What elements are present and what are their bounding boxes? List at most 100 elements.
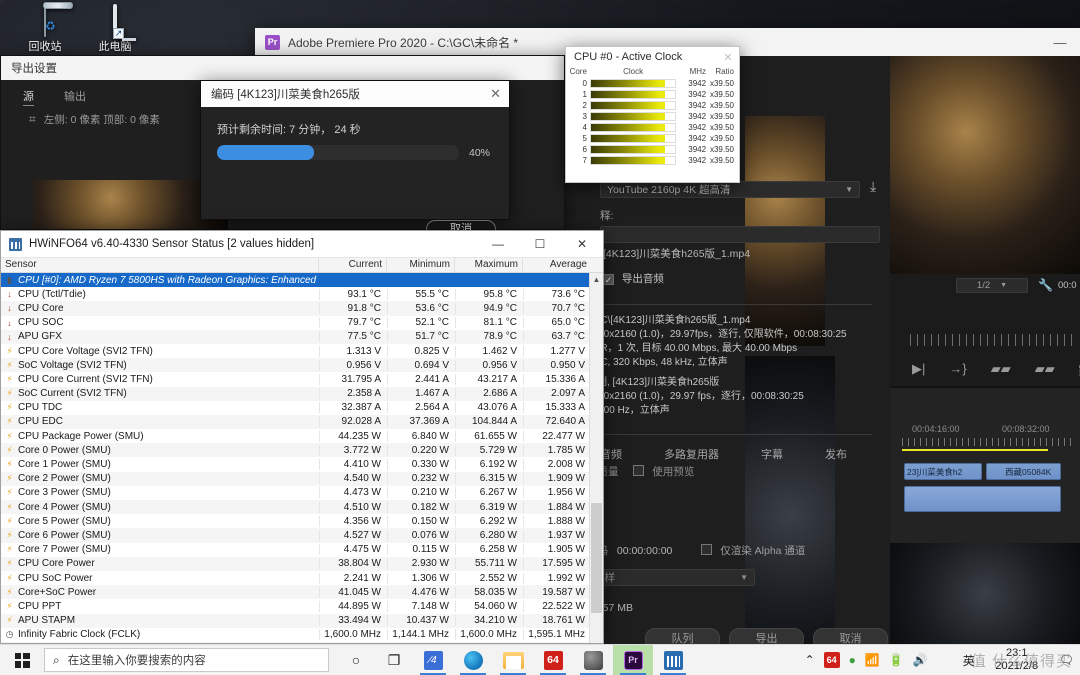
battery-icon[interactable]: 🔋 <box>889 653 904 667</box>
sensor-row[interactable]: ⚡ CPU SoC Power 2.241 W 1.306 W 2.552 W 1.992… <box>1 571 589 585</box>
taskbar-app-3d-viewer[interactable] <box>573 645 613 675</box>
cpu-clock-titlebar[interactable]: CPU #0 - Active Clock ✕ <box>566 47 739 67</box>
cpu-active-clock-window[interactable]: CPU #0 - Active Clock ✕ Core Clock MHz R… <box>565 46 740 183</box>
close-icon[interactable]: ✕ <box>717 51 739 64</box>
hwinfo-titlebar[interactable]: HWiNFO64 v6.40-4330 Sensor Status [2 val… <box>1 231 603 258</box>
timecode-row[interactable]: 间码 00:00:00:00 仅渲染 Alpha 通道 <box>587 543 805 558</box>
sensor-row[interactable]: ⚡ Core 4 Power (SMU) 4.510 W 0.182 W 6.319 W… <box>1 500 589 515</box>
sensor-row[interactable]: ⚡ Core 0 Power (SMU) 3.772 W 0.220 W 5.729 W… <box>1 443 589 458</box>
cortana-button[interactable]: ○ <box>337 645 375 675</box>
work-area-bar[interactable] <box>902 449 1048 451</box>
chevron-down-icon[interactable]: ▼ <box>845 185 853 194</box>
close-button[interactable]: ✕ <box>561 237 603 251</box>
search-input[interactable]: ⌕ 在这里输入你要搜索的内容 <box>44 648 329 672</box>
taskbar-app-armoury-crate[interactable]: ⁄4 <box>413 645 453 675</box>
use-preview-checkbox[interactable]: 使用预览 <box>633 465 694 478</box>
sensor-row[interactable]: ↓ CPU Core 91.8 °C 53.6 °C 94.9 °C 70.7 °C <box>1 301 589 316</box>
timeline-ruler[interactable] <box>902 438 1074 446</box>
timecode-value[interactable]: 00:00:00:00 <box>617 545 675 557</box>
sensor-row[interactable]: ◷ Infinity Fabric Clock (FCLK) 1,600.0 MHz… <box>1 628 589 642</box>
sensor-row[interactable]: ⚡ Core 6 Power (SMU) 4.527 W 0.076 W 6.280 W… <box>1 528 589 543</box>
queue-button[interactable]: 队列 <box>645 628 720 645</box>
premiere-minimize-button[interactable]: — <box>1040 35 1080 50</box>
sensor-row[interactable]: ⚡ CPU Core Power 38.804 W 2.930 W 55.711 W 17… <box>1 556 589 571</box>
preset-select[interactable]: YouTube 2160p 4K 超高清 ▼ <box>600 181 860 198</box>
taskbar-app-hwinfo64[interactable] <box>653 645 693 675</box>
cancel-button[interactable]: 取消 <box>813 628 888 645</box>
comment-input[interactable] <box>600 226 880 243</box>
sensor-row[interactable]: ⚡ Core 5 Power (SMU) 4.356 W 0.150 W 6.292 W… <box>1 514 589 528</box>
tray-status-icon[interactable]: ● <box>849 653 856 667</box>
comment-row[interactable]: 释: <box>600 206 880 243</box>
sensor-row[interactable]: ↓ APU GFX 77.5 °C 51.7 °C 78.9 °C 63.7 °C <box>1 329 589 344</box>
export-settings-tabs[interactable]: 源 输出 <box>23 88 86 106</box>
timeline-audio-track[interactable] <box>904 486 1061 512</box>
monitor-ruler[interactable] <box>910 334 1074 346</box>
hwinfo-column-headers[interactable]: Sensor Current Minimum Maximum Average <box>1 258 603 273</box>
column-header-minimum[interactable]: Minimum <box>387 258 455 272</box>
export-settings-titlebar[interactable]: 导出设置 <box>1 56 564 80</box>
tab-source[interactable]: 源 <box>23 88 34 106</box>
sensor-row[interactable]: ⚡ SoC Voltage (SVI2 TFN) 0.956 V 0.694 V 0.9… <box>1 358 589 373</box>
scroll-up-arrow[interactable]: ▲ <box>590 273 603 287</box>
column-header-current[interactable]: Current <box>319 258 387 272</box>
system-tray[interactable]: ⌃ 64 ● 📶 🔋 🔊 英 23:1 2021/2/8 🗨 <box>805 647 1080 673</box>
timeline-panel[interactable]: 00:04:16:00 00:08:32:00 23]川菜美食h2 西藏0508… <box>890 388 1080 645</box>
export-bottom-tabs[interactable]: 音频 多路复用器 字幕 发布 <box>600 446 847 462</box>
ime-indicator[interactable]: 英 <box>963 652 975 669</box>
taskbar-app-cpuid-hwmonitor[interactable]: 64 <box>533 645 573 675</box>
tray-overflow-icon[interactable]: ⌃ <box>805 653 815 667</box>
extract-icon[interactable]: ▰▰ <box>1035 361 1055 377</box>
output-name-link[interactable]: [4K123]川菜美食h265版_1.mp4 <box>603 246 750 261</box>
sensor-row[interactable]: ◷Memory Controller Clock (UCLK)1,600.0 M… <box>1 641 589 643</box>
chevron-down-icon[interactable]: ▼ <box>740 573 748 582</box>
sensor-row[interactable]: ↓ CPU (Tctl/Tdie) 93.1 °C 55.5 °C 95.8 °C 73.… <box>1 287 589 301</box>
sensor-row[interactable]: ⚡ CPU EDC 92.028 A 37.369 A 104.844 A 72.640 … <box>1 414 589 430</box>
column-header-maximum[interactable]: Maximum <box>455 258 523 272</box>
column-header-average[interactable]: Average <box>523 258 591 272</box>
sampling-select[interactable]: 采样 ▼ <box>587 569 755 586</box>
tray-cpuid-icon[interactable]: 64 <box>823 652 840 668</box>
crop-row[interactable]: ⌗ 左侧: 0 像素 顶部: 0 像素 <box>29 112 160 127</box>
sensor-row[interactable]: ⚡ Core+SoC Power 41.045 W 4.476 W 58.035 W 19… <box>1 585 589 600</box>
sensor-row[interactable]: ⚡ Core 3 Power (SMU) 4.473 W 0.210 W 6.267 W… <box>1 486 589 500</box>
chevron-down-icon[interactable]: ▼ <box>1000 282 1007 289</box>
encoding-dialog-titlebar[interactable]: 编码 [4K123]川菜美食h265版 ✕ <box>201 81 509 107</box>
action-center-icon[interactable]: 🗨 <box>1059 653 1074 667</box>
tab-output[interactable]: 输出 <box>64 88 86 106</box>
tab-captions[interactable]: 字幕 <box>761 446 783 462</box>
sensor-row[interactable]: ⚡ Core 7 Power (SMU) 4.475 W 0.115 W 6.258 W… <box>1 543 589 557</box>
sensor-row[interactable]: ⚡ APU STAPM 33.494 W 10.437 W 34.210 W 18.761… <box>1 613 589 628</box>
sensor-row[interactable]: ↓ CPU SOC 79.7 °C 52.1 °C 81.1 °C 65.0 °C <box>1 316 589 330</box>
desktop-icon-this-pc[interactable]: ↗ 此电脑 <box>78 4 152 54</box>
close-icon[interactable]: ✕ <box>490 86 501 102</box>
taskbar-app-file-explorer[interactable] <box>493 645 533 675</box>
taskbar[interactable]: ⌕ 在这里输入你要搜索的内容 ○ ❐ ⁄4 64 Pr ⌃ 64 ● 📶 🔋 🔊… <box>0 644 1080 675</box>
taskbar-app-adobe-premiere-pro[interactable]: Pr <box>613 644 653 675</box>
export-dialog-buttons[interactable]: 队列 导出 取消 <box>645 628 888 645</box>
sensor-row[interactable]: ⚡ CPU TDC 32.387 A 2.564 A 43.076 A 15.333 A <box>1 401 589 415</box>
hwinfo-scrollbar[interactable]: ▲ <box>589 273 603 643</box>
sensor-row[interactable]: ⚡ Core 1 Power (SMU) 4.410 W 0.330 W 6.192 W… <box>1 457 589 471</box>
export-frame-icon[interactable]: →} <box>949 361 966 377</box>
tab-publish[interactable]: 发布 <box>825 446 847 462</box>
task-view-button[interactable]: ❐ <box>375 645 413 675</box>
monitor-zoom-select[interactable]: 1/2 ▼ <box>956 278 1028 293</box>
monitor-toolbar[interactable]: ▶| →} ▰▰ ▰▰ 📷 ❏ <box>912 361 1080 377</box>
export-button[interactable]: 导出 <box>729 628 804 645</box>
sensor-row[interactable]: ⚡ SoC Current (SVI2 TFN) 2.358 A 1.467 A 2.6… <box>1 386 589 401</box>
timeline-clip-2[interactable]: 西藏05084K <box>986 463 1061 480</box>
sensor-row[interactable]: ⚡ CPU Core Current (SVI2 TFN) 31.795 A 2.44… <box>1 372 589 386</box>
column-header-sensor[interactable]: Sensor <box>1 258 319 272</box>
sensor-row[interactable]: ⚡ CPU Package Power (SMU) 44.235 W 6.840 W6… <box>1 429 589 443</box>
hwinfo-window[interactable]: HWiNFO64 v6.40-4330 Sensor Status [2 val… <box>0 230 604 644</box>
encoding-progress-dialog[interactable]: 编码 [4K123]川菜美食h265版 ✕ 预计剩余时间: 7 分钟， 24 秒… <box>200 80 510 238</box>
sensor-row[interactable]: ▮ CPU [#0]: AMD Ryzen 7 5800HS with Radeo… <box>1 273 589 288</box>
export-audio-checkbox[interactable]: ✓ 导出音频 <box>603 271 664 286</box>
timeline-clip-1[interactable]: 23]川菜美食h2 <box>904 463 982 480</box>
volume-icon[interactable]: 🔊 <box>913 653 928 667</box>
scrollbar-thumb[interactable] <box>591 503 602 613</box>
taskbar-app-microsoft-edge[interactable] <box>453 645 493 675</box>
lift-icon[interactable]: ▰▰ <box>991 361 1011 377</box>
tab-multiplexer[interactable]: 多路复用器 <box>664 446 719 462</box>
